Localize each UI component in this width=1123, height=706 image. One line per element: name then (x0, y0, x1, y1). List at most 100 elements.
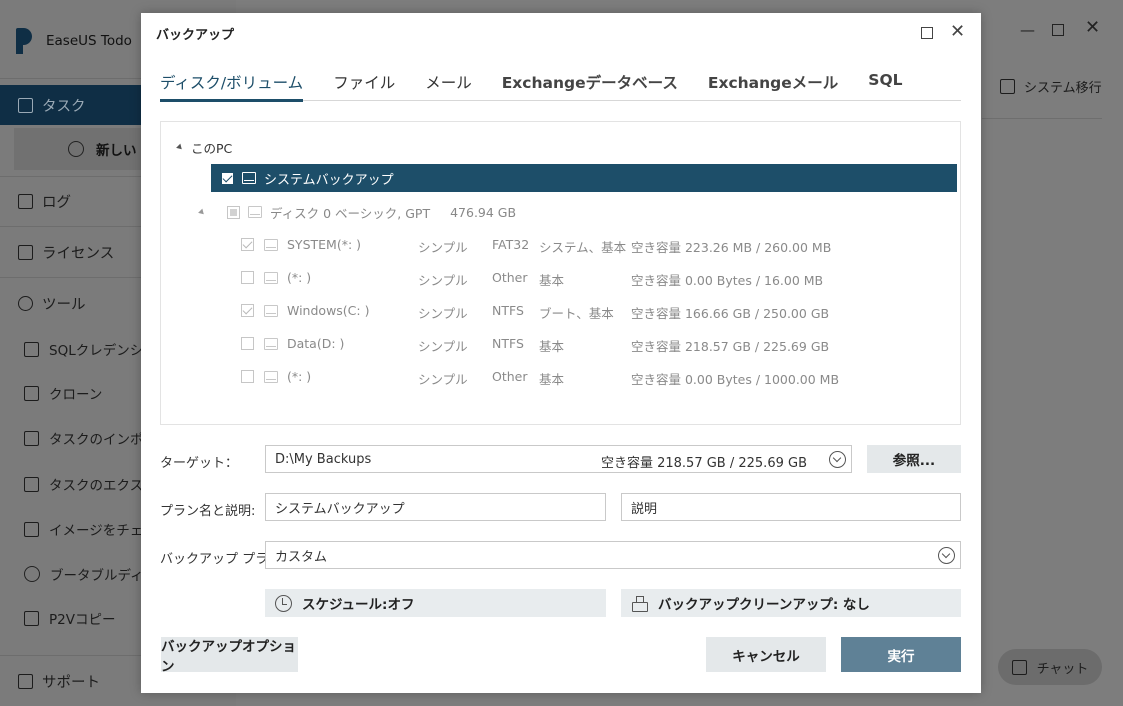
close-icon[interactable]: ✕ (1085, 19, 1100, 37)
drive-icon (248, 206, 262, 218)
tool-label: P2Vコピー (49, 612, 116, 628)
tab-bar: ディスク/ボリューム ファイル メール Exchangeデータベース Excha… (160, 71, 961, 102)
partition-type: シンプル (418, 372, 468, 387)
partition-flags: ブート、基本 (539, 306, 614, 321)
tab-file[interactable]: ファイル (333, 71, 395, 101)
partition-row[interactable]: (*: ) シンプル Other 基本 空き容量 0.00 Bytes / 10… (241, 367, 941, 387)
disk-0-size: 476.94 GB (450, 204, 517, 220)
tab-sql[interactable]: SQL (868, 71, 902, 101)
partition-flags: 基本 (539, 372, 565, 387)
backup-plan-select[interactable]: カスタム (265, 541, 961, 569)
partition-type: シンプル (418, 240, 468, 255)
disk-0-name: ディスク 0 ベーシック, GPT (270, 205, 431, 221)
drive-icon (264, 371, 278, 383)
target-path: D:\My Backups (275, 451, 372, 467)
close-icon[interactable]: ✕ (950, 22, 965, 42)
partition-fs: Other (492, 270, 528, 285)
partition-flags: 基本 (539, 273, 565, 288)
schedule-label: スケジュール:オフ (302, 597, 415, 613)
partition-checkbox[interactable] (241, 304, 254, 317)
partition-flags: 基本 (539, 339, 565, 354)
partition-space: 空き容量 0.00 Bytes / 1000.00 MB (631, 372, 840, 387)
partition-space: 空き容量 223.26 MB / 260.00 MB (631, 240, 832, 255)
system-backup-checkbox[interactable] (221, 171, 234, 185)
maximize-icon[interactable] (921, 27, 933, 39)
partition-name: Windows(C: ) (287, 303, 370, 318)
wrench-icon (18, 295, 33, 311)
support-icon (18, 673, 33, 689)
browse-button[interactable]: 参照... (867, 445, 961, 473)
sql-icon (24, 341, 39, 357)
partition-type: シンプル (418, 339, 468, 354)
drive-icon (242, 172, 256, 184)
disk-0-row[interactable]: ディスク 0 ベーシック, GPT 476.94 GB (198, 202, 517, 222)
partition-row[interactable]: SYSTEM(*: ) シンプル FAT32 システム、基本 空き容量 223.… (241, 235, 941, 255)
partition-name: (*: ) (287, 270, 312, 285)
chevron-down-icon[interactable] (938, 547, 955, 564)
app-title: EaseUS Todo (14, 28, 132, 54)
chat-label: チャット (1036, 661, 1089, 677)
tab-exchange-mail[interactable]: Exchangeメール (708, 71, 838, 101)
partition-space: 空き容量 218.57 GB / 225.69 GB (631, 339, 830, 354)
task-icon (18, 97, 33, 113)
nav-license-label: ライセンス (42, 245, 115, 262)
app-title-text: EaseUS Todo (46, 33, 132, 49)
expand-arrow-icon[interactable] (198, 208, 206, 216)
nav-support-label: サポート (42, 674, 100, 691)
run-button[interactable]: 実行 (841, 637, 961, 672)
partition-space: 空き容量 166.66 GB / 250.00 GB (631, 306, 830, 321)
nav-log-label: ログ (42, 194, 71, 211)
drive-icon (264, 305, 278, 317)
partition-row[interactable]: (*: ) シンプル Other 基本 空き容量 0.00 Bytes / 16… (241, 268, 941, 288)
log-icon (18, 193, 33, 209)
nav-tools-label: ツール (42, 296, 86, 313)
new-task-label: 新しい (96, 143, 137, 159)
partition-checkbox[interactable] (241, 337, 254, 350)
partition-fs: NTFS (492, 336, 524, 351)
backup-dialog: バックアップ ✕ ディスク/ボリューム ファイル メール Exchangeデータ… (141, 13, 981, 693)
chat-icon (1011, 659, 1027, 675)
partition-type: シンプル (418, 273, 468, 288)
partition-checkbox[interactable] (241, 271, 254, 284)
backup-options-button[interactable]: バックアップオプション (161, 637, 298, 675)
partition-name: (*: ) (287, 369, 312, 384)
partition-type: シンプル (418, 306, 468, 321)
source-tree: このPC システムバックアップ ディスク 0 ベーシック, GPT 476.94… (160, 121, 961, 425)
system-backup-row[interactable]: システムバックアップ (211, 164, 957, 192)
schedule-button[interactable]: スケジュール:オフ (265, 589, 606, 617)
minimize-icon[interactable]: — (1020, 22, 1035, 38)
plus-circle-icon (68, 141, 84, 157)
target-free-space: 空き容量 218.57 GB / 225.69 GB (600, 456, 807, 471)
drive-icon (264, 338, 278, 350)
tab-mail[interactable]: メール (425, 71, 472, 101)
partition-row[interactable]: Windows(C: ) シンプル NTFS ブート、基本 空き容量 166.6… (241, 301, 941, 321)
plan-label: プラン名と説明: (160, 504, 256, 519)
system-backup-label: システムバックアップ (264, 172, 394, 188)
monitor-icon (1000, 78, 1015, 94)
tab-exchange-database[interactable]: Exchangeデータベース (502, 71, 678, 101)
partition-checkbox[interactable] (241, 370, 254, 383)
license-icon (18, 244, 33, 260)
partition-fs: Other (492, 369, 528, 384)
chevron-down-icon[interactable] (829, 451, 846, 468)
partition-checkbox[interactable] (241, 238, 254, 251)
maximize-icon[interactable] (1052, 24, 1064, 36)
plan-name-input[interactable]: システムバックアップ (265, 493, 606, 521)
target-label: ターゲット： (160, 456, 239, 471)
expand-arrow-icon[interactable] (176, 143, 184, 152)
cancel-button[interactable]: キャンセル (706, 637, 826, 672)
partition-flags: システム、基本 (539, 240, 627, 255)
disk-0-checkbox[interactable] (227, 205, 240, 219)
target-path-field[interactable]: D:\My Backups 空き容量 218.57 GB / 225.69 GB (265, 445, 852, 473)
partition-row[interactable]: Data(D: ) シンプル NTFS 基本 空き容量 218.57 GB / … (241, 334, 941, 354)
system-transfer-button[interactable]: システム移行 (1000, 74, 1102, 98)
chat-button[interactable]: チャット (998, 649, 1102, 685)
tree-root-this-pc[interactable]: このPC (176, 138, 232, 157)
tab-disk-volume[interactable]: ディスク/ボリューム (160, 71, 304, 102)
cleanup-button[interactable]: バックアップクリーンアップ: なし (621, 589, 961, 617)
plan-description-input[interactable]: 説明 (621, 493, 961, 521)
nav-task-label: タスク (42, 98, 86, 115)
partition-name: SYSTEM(*: ) (287, 237, 362, 252)
partition-fs: FAT32 (492, 237, 530, 252)
partition-space: 空き容量 0.00 Bytes / 16.00 MB (631, 273, 824, 288)
